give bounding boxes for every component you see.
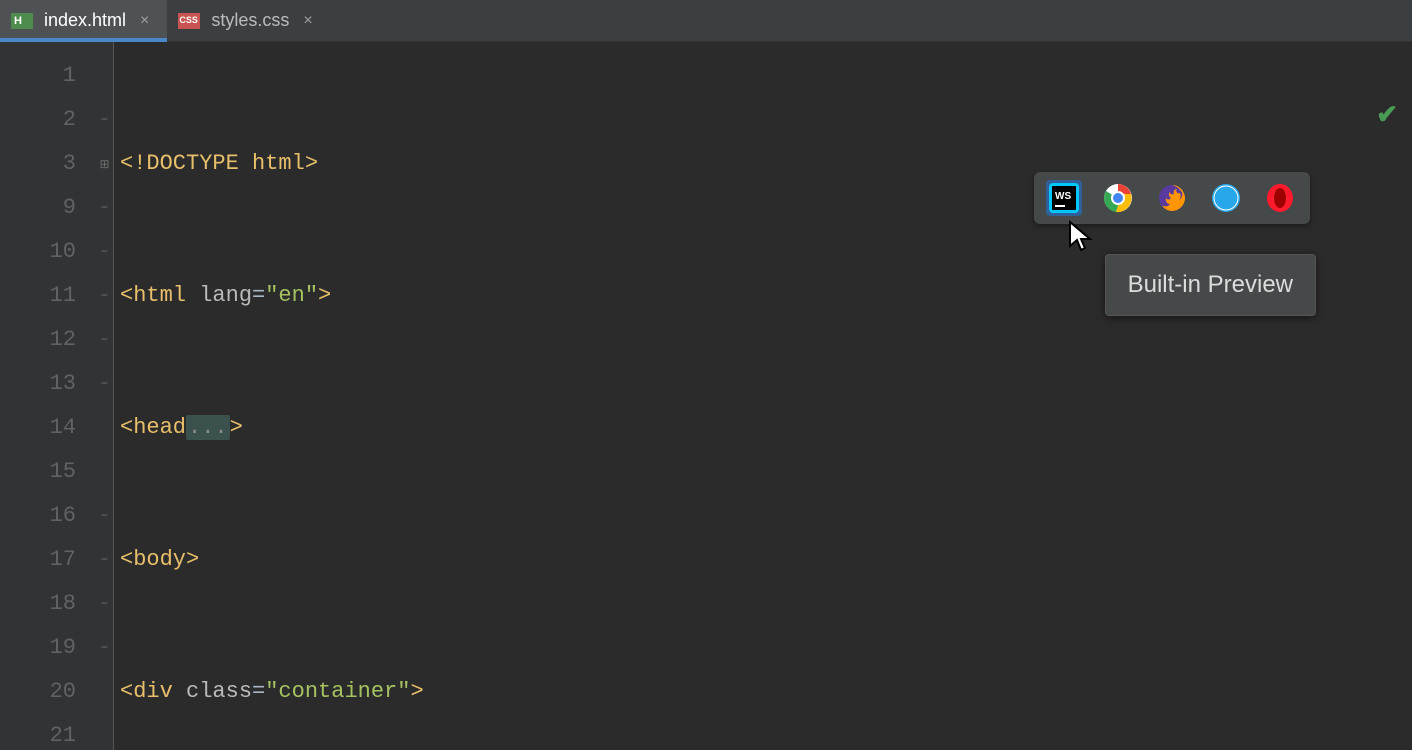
opera-icon[interactable] <box>1262 180 1298 216</box>
code-token: < <box>120 283 133 308</box>
code-token: < <box>120 547 133 572</box>
firefox-icon[interactable] <box>1154 180 1190 216</box>
fold-icon[interactable]: − <box>96 274 113 318</box>
safari-icon[interactable] <box>1208 180 1244 216</box>
line-number: 21 <box>0 714 76 750</box>
tab-label: index.html <box>44 10 126 31</box>
code-token: <!DOCTYPE html> <box>120 151 318 176</box>
line-number: 13 <box>0 362 76 406</box>
code-token: = <box>252 679 265 704</box>
html-file-icon <box>10 12 34 30</box>
code-token: head <box>133 415 186 440</box>
code-token: body <box>133 547 186 572</box>
code-token: < <box>120 415 133 440</box>
line-number: 16 <box>0 494 76 538</box>
line-number: 19 <box>0 626 76 670</box>
fold-icon[interactable]: − <box>96 626 113 670</box>
browser-preview-popup: WS <box>1034 172 1310 224</box>
code-content[interactable]: <!DOCTYPE html> <html lang="en"> <head..… <box>114 42 1412 750</box>
code-token: lang <box>186 283 252 308</box>
code-token: html <box>133 283 186 308</box>
fold-icon <box>96 450 113 494</box>
fold-icon[interactable]: − <box>96 582 113 626</box>
line-number: 1 <box>0 54 76 98</box>
editor-tabs: index.html × styles.css × <box>0 0 1412 42</box>
inspection-ok-icon[interactable]: ✔ <box>1376 100 1398 131</box>
line-number-gutter: 1 2 3 9 10 11 12 13 14 15 16 17 18 19 20… <box>0 42 96 750</box>
editor-area: 1 2 3 9 10 11 12 13 14 15 16 17 18 19 20… <box>0 42 1412 750</box>
fold-icon[interactable]: − <box>96 186 113 230</box>
line-number: 9 <box>0 186 76 230</box>
line-number: 14 <box>0 406 76 450</box>
tab-index-html[interactable]: index.html × <box>0 0 167 41</box>
fold-icon[interactable]: − <box>96 494 113 538</box>
code-token: > <box>230 415 243 440</box>
code-token: > <box>410 679 423 704</box>
fold-icon[interactable]: ⊞ <box>96 142 113 186</box>
fold-icon[interactable]: − <box>96 98 113 142</box>
line-number: 3 <box>0 142 76 186</box>
code-token: < <box>120 679 133 704</box>
code-token: "en" <box>265 283 318 308</box>
tab-label: styles.css <box>211 10 289 31</box>
line-number: 20 <box>0 670 76 714</box>
chrome-icon[interactable] <box>1100 180 1136 216</box>
tooltip-text: Built-in Preview <box>1128 271 1293 298</box>
close-icon[interactable]: × <box>303 12 312 30</box>
fold-gutter: − ⊞ − − − − − − − − − <box>96 42 114 750</box>
line-number: 17 <box>0 538 76 582</box>
fold-icon[interactable]: − <box>96 318 113 362</box>
fold-icon <box>96 714 113 750</box>
line-number: 11 <box>0 274 76 318</box>
code-token: class <box>173 679 252 704</box>
code-token: div <box>133 679 173 704</box>
webstorm-preview-icon[interactable]: WS <box>1046 180 1082 216</box>
fold-icon[interactable]: − <box>96 230 113 274</box>
folded-region[interactable]: ... <box>186 415 230 440</box>
line-number: 18 <box>0 582 76 626</box>
close-icon[interactable]: × <box>140 12 149 30</box>
fold-icon[interactable]: − <box>96 362 113 406</box>
fold-icon[interactable]: − <box>96 538 113 582</box>
fold-icon <box>96 670 113 714</box>
fold-icon <box>96 406 113 450</box>
code-token: "container" <box>265 679 410 704</box>
line-number: 12 <box>0 318 76 362</box>
css-file-icon <box>177 12 201 30</box>
fold-icon <box>96 54 113 98</box>
code-token: > <box>318 283 331 308</box>
tooltip: Built-in Preview <box>1105 254 1316 316</box>
code-token: > <box>186 547 199 572</box>
svg-text:WS: WS <box>1055 191 1071 202</box>
line-number: 10 <box>0 230 76 274</box>
code-token: = <box>252 283 265 308</box>
line-number: 2 <box>0 98 76 142</box>
tab-styles-css[interactable]: styles.css × <box>167 0 330 41</box>
line-number: 15 <box>0 450 76 494</box>
